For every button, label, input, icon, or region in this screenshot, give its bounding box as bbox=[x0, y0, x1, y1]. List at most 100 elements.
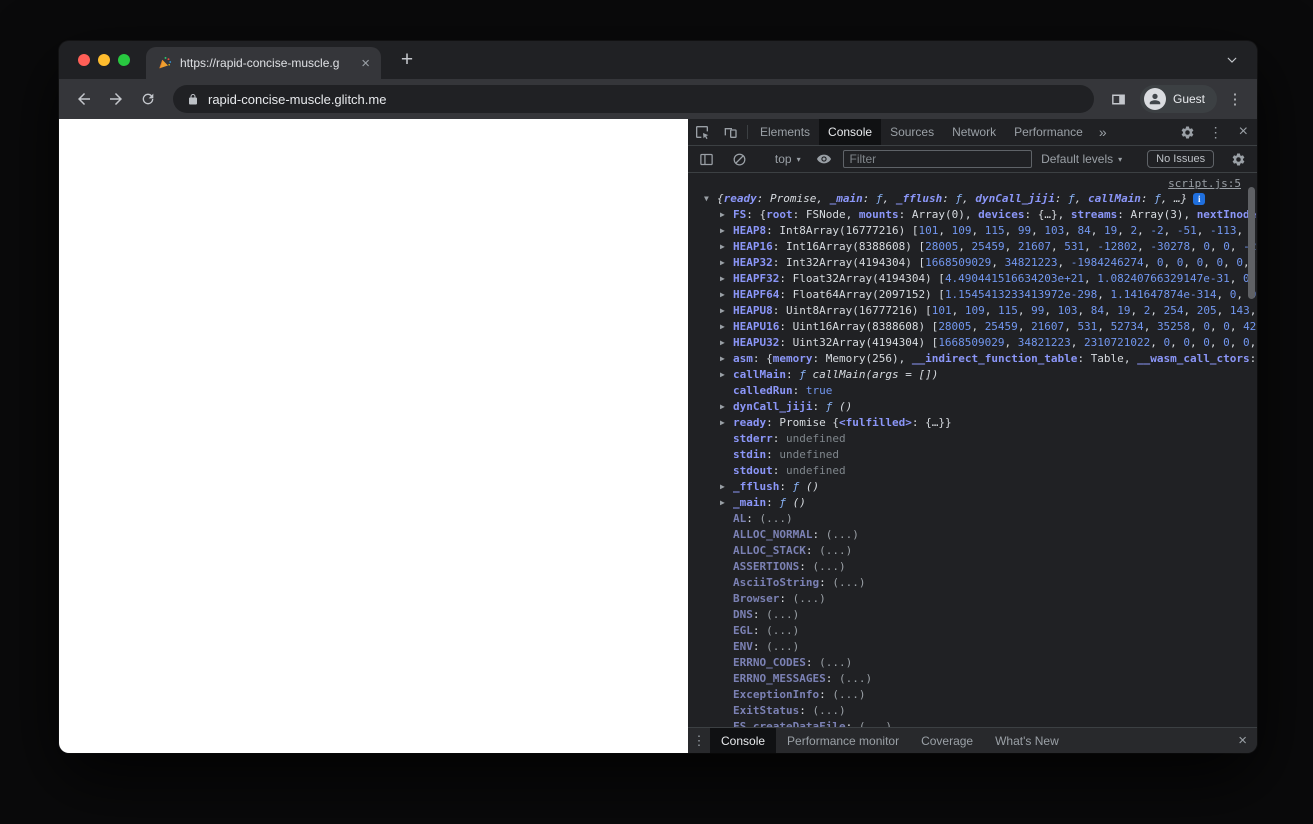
drawer-tab-whats-new[interactable]: What's New bbox=[984, 728, 1070, 753]
triangle-collapsed-icon[interactable]: ▶ bbox=[720, 207, 733, 223]
console-tree-row[interactable]: ERRNO_CODES: (...) bbox=[688, 655, 1257, 671]
tab-elements[interactable]: Elements bbox=[751, 119, 819, 145]
console-tree-row[interactable]: calledRun: true bbox=[688, 383, 1257, 399]
back-button[interactable] bbox=[69, 84, 99, 114]
console-tree-row[interactable]: ▶ ready: Promise {<fulfilled>: {…}} bbox=[688, 415, 1257, 431]
console-token[interactable]: (...) bbox=[766, 608, 799, 621]
macos-zoom-button[interactable] bbox=[118, 54, 130, 66]
triangle-collapsed-icon[interactable]: ▶ bbox=[720, 239, 733, 255]
forward-button[interactable] bbox=[101, 84, 131, 114]
devtools-close-button[interactable]: × bbox=[1230, 119, 1257, 145]
console-token[interactable]: (...) bbox=[766, 624, 799, 637]
triangle-collapsed-icon[interactable]: ▶ bbox=[720, 335, 733, 351]
triangle-collapsed-icon[interactable]: ▶ bbox=[720, 319, 733, 335]
console-tree-row[interactable]: ▶ FS: {root: FSNode, mounts: Array(0), de… bbox=[688, 207, 1257, 223]
console-tree-row[interactable]: Browser: (...) bbox=[688, 591, 1257, 607]
drawer-tab-performance-monitor[interactable]: Performance monitor bbox=[776, 728, 910, 753]
console-tree-row[interactable]: ASSERTIONS: (...) bbox=[688, 559, 1257, 575]
drawer-menu-button[interactable]: ⋮ bbox=[688, 728, 710, 753]
triangle-collapsed-icon[interactable]: ▶ bbox=[720, 287, 733, 303]
triangle-collapsed-icon[interactable]: ▶ bbox=[720, 255, 733, 271]
console-scrollbar-thumb[interactable] bbox=[1248, 187, 1255, 299]
console-token[interactable]: (...) bbox=[760, 512, 793, 525]
profile-chip[interactable]: Guest bbox=[1139, 85, 1217, 113]
console-tree-row[interactable]: ▶ asm: {memory: Memory(256), __indirect_f… bbox=[688, 351, 1257, 367]
info-badge-icon[interactable]: i bbox=[1193, 193, 1206, 205]
devtools-menu-button[interactable]: ⋮ bbox=[1202, 119, 1230, 145]
console-tree-row[interactable]: ▶ HEAP16: Int16Array(8388608) [28005, 254… bbox=[688, 239, 1257, 255]
console-tree-row[interactable]: ▶ HEAP32: Int32Array(4194304) [1668509029… bbox=[688, 255, 1257, 271]
tab-sources[interactable]: Sources bbox=[881, 119, 943, 145]
console-tree-row[interactable]: stdin: undefined bbox=[688, 447, 1257, 463]
console-tree-row[interactable]: ▶ HEAPF64: Float64Array(2097152) [1.15454… bbox=[688, 287, 1257, 303]
console-tree-row[interactable]: AL: (...) bbox=[688, 511, 1257, 527]
console-filter-input[interactable] bbox=[842, 150, 1033, 168]
console-tree-row[interactable]: EGL: (...) bbox=[688, 623, 1257, 639]
console-token[interactable]: (...) bbox=[832, 688, 865, 701]
triangle-collapsed-icon[interactable]: ▶ bbox=[720, 495, 733, 511]
console-tree-row[interactable]: ▶ callMain: ƒ callMain(args = []) bbox=[688, 367, 1257, 383]
console-tree-row[interactable]: ▶ HEAPF32: Float32Array(4194304) [4.49044… bbox=[688, 271, 1257, 287]
log-levels-dropdown[interactable]: Default levels ▾ bbox=[1037, 152, 1126, 166]
console-settings-button[interactable] bbox=[1224, 152, 1252, 167]
drawer-close-button[interactable]: × bbox=[1228, 728, 1257, 753]
triangle-collapsed-icon[interactable]: ▶ bbox=[720, 351, 733, 367]
console-tree-row[interactable]: ENV: (...) bbox=[688, 639, 1257, 655]
tab-network[interactable]: Network bbox=[943, 119, 1005, 145]
reload-button[interactable] bbox=[133, 84, 163, 114]
console-token[interactable]: (...) bbox=[812, 704, 845, 717]
drawer-tab-console[interactable]: Console bbox=[710, 728, 777, 753]
console-token[interactable]: (...) bbox=[839, 672, 872, 685]
triangle-collapsed-icon[interactable]: ▶ bbox=[720, 271, 733, 287]
browser-menu-button[interactable]: ⋮ bbox=[1223, 90, 1247, 108]
console-tree-row[interactable]: ▶ _fflush: ƒ () bbox=[688, 479, 1257, 495]
console-tree-row[interactable]: ERRNO_MESSAGES: (...) bbox=[688, 671, 1257, 687]
browser-tab[interactable]: https://rapid-concise-muscle.g × bbox=[146, 47, 381, 79]
devtools-settings-button[interactable] bbox=[1174, 119, 1202, 145]
live-expression-button[interactable] bbox=[810, 151, 838, 167]
page-viewport[interactable] bbox=[59, 119, 688, 753]
console-tree-row[interactable]: ▼ {ready: Promise, _main: ƒ, _fflush: ƒ, … bbox=[688, 191, 1257, 207]
side-panel-button[interactable] bbox=[1104, 84, 1134, 114]
triangle-collapsed-icon[interactable]: ▶ bbox=[720, 415, 733, 431]
console-tree-row[interactable]: stderr: undefined bbox=[688, 431, 1257, 447]
console-tree-row[interactable]: FS_createDataFile: (...) bbox=[688, 719, 1257, 727]
url-text[interactable]: rapid-concise-muscle.glitch.me bbox=[208, 92, 386, 107]
console-tree-row[interactable]: ▶ _main: ƒ () bbox=[688, 495, 1257, 511]
console-tree-row[interactable]: AsciiToString: (...) bbox=[688, 575, 1257, 591]
new-tab-button[interactable]: + bbox=[393, 46, 421, 74]
triangle-expanded-icon[interactable]: ▼ bbox=[704, 191, 717, 207]
console-source-link[interactable]: script.js:5 bbox=[1168, 177, 1241, 190]
inspect-element-button[interactable] bbox=[688, 119, 716, 145]
triangle-collapsed-icon[interactable]: ▶ bbox=[720, 399, 733, 415]
console-sidebar-button[interactable] bbox=[693, 152, 721, 167]
console-tree-row[interactable]: ALLOC_STACK: (...) bbox=[688, 543, 1257, 559]
tab-performance[interactable]: Performance bbox=[1005, 119, 1092, 145]
console-tree-row[interactable]: DNS: (...) bbox=[688, 607, 1257, 623]
console-tree-row[interactable]: ALLOC_NORMAL: (...) bbox=[688, 527, 1257, 543]
address-bar[interactable]: rapid-concise-muscle.glitch.me bbox=[173, 85, 1094, 113]
triangle-collapsed-icon[interactable]: ▶ bbox=[720, 303, 733, 319]
lock-icon[interactable] bbox=[187, 93, 199, 106]
more-tabs-chevron-icon[interactable]: » bbox=[1092, 119, 1114, 145]
console-tree-row[interactable]: stdout: undefined bbox=[688, 463, 1257, 479]
console-tree-row[interactable]: ▶ HEAPU16: Uint16Array(8388608) [28005, 2… bbox=[688, 319, 1257, 335]
clear-console-button[interactable] bbox=[726, 152, 754, 167]
console-tree-row[interactable]: ExitStatus: (...) bbox=[688, 703, 1257, 719]
console-token[interactable]: (...) bbox=[832, 576, 865, 589]
drawer-tab-coverage[interactable]: Coverage bbox=[910, 728, 984, 753]
console-token[interactable]: (...) bbox=[826, 528, 859, 541]
tab-console[interactable]: Console bbox=[819, 119, 882, 145]
console-tree-row[interactable]: ▶ HEAP8: Int8Array(16777216) [101, 109, 1… bbox=[688, 223, 1257, 239]
tab-search-chevron-icon[interactable] bbox=[1225, 53, 1239, 67]
triangle-collapsed-icon[interactable]: ▶ bbox=[720, 479, 733, 495]
console-tree-row[interactable]: ExceptionInfo: (...) bbox=[688, 687, 1257, 703]
macos-minimize-button[interactable] bbox=[98, 54, 110, 66]
macos-close-button[interactable] bbox=[78, 54, 90, 66]
issues-counter-button[interactable]: No Issues bbox=[1147, 150, 1215, 168]
triangle-collapsed-icon[interactable]: ▶ bbox=[720, 223, 733, 239]
console-tree-row[interactable]: ▶ HEAPU32: Uint32Array(4194304) [16685090… bbox=[688, 335, 1257, 351]
console-token[interactable]: (...) bbox=[793, 592, 826, 605]
console-token[interactable]: (...) bbox=[766, 640, 799, 653]
console-token[interactable]: (...) bbox=[819, 656, 852, 669]
